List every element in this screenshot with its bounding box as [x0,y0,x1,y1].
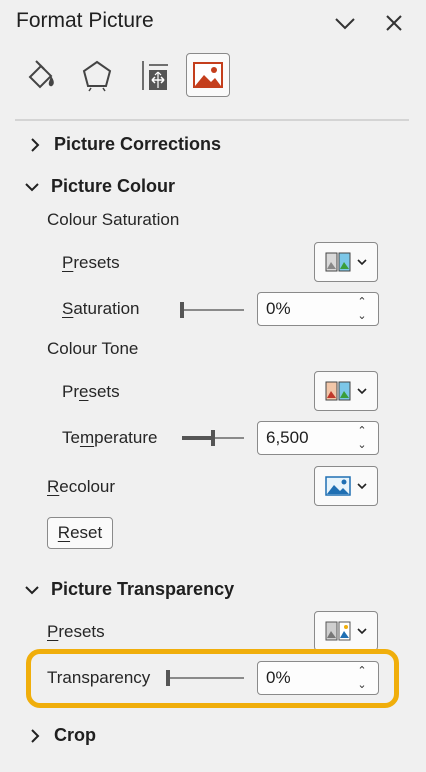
fill-line-icon [28,60,54,89]
slider-track [166,677,244,679]
temperature-spinbox[interactable]: 6,500 ⌃ ⌄ [257,421,379,455]
spin-arrows: ⌃ ⌄ [352,663,372,693]
tone-presets-label: Presets [62,382,120,401]
spin-up-button[interactable]: ⌃ [357,424,366,438]
temperature-label: Temperature [62,428,158,447]
section-picture-colour-label: Picture Colour [51,176,176,196]
saturation-slider[interactable] [180,302,244,318]
recolour-icon [325,476,351,496]
tone-presets-icon [325,381,351,401]
close-button[interactable] [380,9,408,37]
section-picture-corrections[interactable]: Picture Corrections [28,134,221,155]
chevron-down-icon [357,259,367,266]
transparency-presets-icon [325,621,351,641]
tab-fill-line[interactable] [18,53,62,97]
reset-button[interactable]: Reset [47,517,113,549]
colour-tone-heading: Colour Tone [47,339,139,358]
picture-icon [193,62,223,88]
chevron-right-icon [31,138,40,152]
recolour-dropdown[interactable] [314,466,378,506]
slider-thumb[interactable] [166,670,170,686]
transparency-presets-dropdown[interactable] [314,611,378,651]
chevron-down-icon [357,483,367,490]
saturation-presets-label: Presets [62,253,120,272]
saturation-presets-dropdown[interactable] [314,242,378,282]
recolour-label: Recolour [47,477,116,496]
saturation-value[interactable]: 0% [266,299,291,319]
saturation-label: Saturation [62,299,140,318]
section-crop[interactable]: Crop [28,725,96,746]
effects-icon [82,60,112,92]
section-picture-transparency-label: Picture Transparency [51,579,235,599]
tone-presets-dropdown[interactable] [314,371,378,411]
slider-thumb[interactable] [180,302,184,318]
transparency-value[interactable]: 0% [266,668,291,688]
panel-title: Format Picture [16,9,154,32]
saturation-spinbox[interactable]: 0% ⌃ ⌄ [257,292,379,326]
spin-down-button[interactable]: ⌄ [357,309,366,323]
chevron-down-icon [25,586,39,595]
transparency-spinbox[interactable]: 0% ⌃ ⌄ [257,661,379,695]
temperature-value[interactable]: 6,500 [266,428,309,448]
section-picture-corrections-label: Picture Corrections [54,134,222,154]
tab-size-properties[interactable] [131,53,175,97]
spin-arrows: ⌃ ⌄ [352,294,372,324]
size-properties-icon [142,61,168,90]
transparency-slider[interactable] [166,670,244,686]
temperature-slider[interactable] [182,430,244,446]
tab-picture[interactable] [186,53,230,97]
spin-arrows: ⌃ ⌄ [352,423,372,453]
section-crop-label: Crop [54,725,96,745]
spin-up-button[interactable]: ⌃ [357,295,366,309]
section-picture-colour[interactable]: Picture Colour [25,176,175,197]
task-pane-options-button[interactable] [331,10,359,38]
slider-thumb[interactable] [211,430,215,446]
chevron-down-icon [357,628,367,635]
slider-fill [182,436,213,440]
tabs-divider [15,119,409,121]
spin-down-button[interactable]: ⌄ [357,438,366,452]
saturation-presets-icon [325,252,351,272]
section-picture-transparency[interactable]: Picture Transparency [25,579,234,600]
chevron-right-icon [31,729,40,743]
colour-saturation-heading: Colour Saturation [47,210,180,229]
tab-effects[interactable] [75,53,119,97]
transparency-label: Transparency [47,668,151,687]
spin-up-button[interactable]: ⌃ [357,664,366,678]
spin-down-button[interactable]: ⌄ [357,678,366,692]
slider-track [180,309,244,311]
transparency-presets-label: Presets [47,622,105,641]
chevron-down-icon [357,388,367,395]
close-icon [386,15,402,31]
chevron-down-icon [25,183,39,192]
chevron-down-icon [335,18,355,30]
